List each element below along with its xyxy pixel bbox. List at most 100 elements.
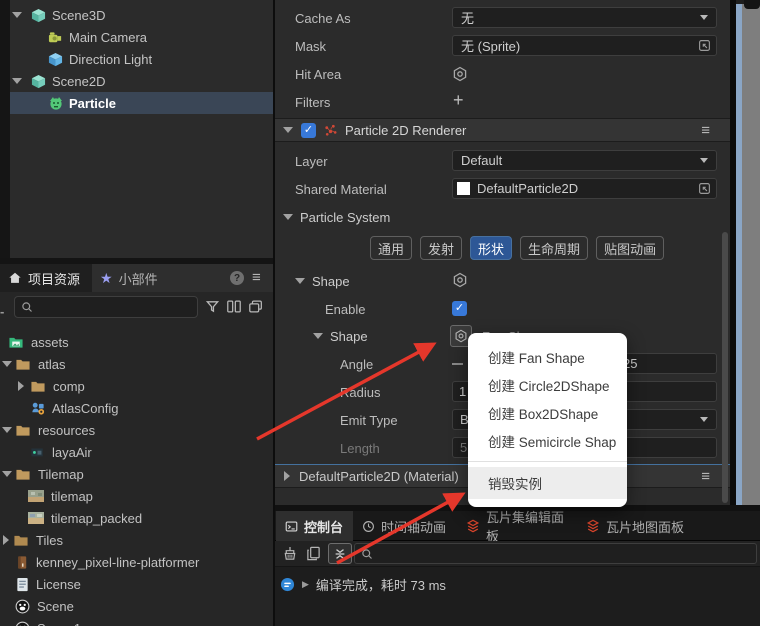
- shared-material-field[interactable]: DefaultParticle2D: [452, 178, 717, 199]
- tab-console[interactable]: 控制台: [276, 511, 353, 541]
- expander-right-icon[interactable]: [3, 535, 9, 545]
- particle-system-title: Particle System: [300, 209, 391, 225]
- material-menu-icon[interactable]: ≡: [701, 469, 710, 484]
- copy-icon[interactable]: [306, 546, 321, 561]
- tab-timeline-animation[interactable]: 时间轴动画: [356, 511, 456, 541]
- tree-item-atlas[interactable]: atlas: [0, 353, 273, 375]
- layer-dropdown[interactable]: Default: [452, 150, 717, 171]
- particle-system-section[interactable]: Particle System: [283, 206, 390, 228]
- search-icon: [361, 548, 373, 560]
- panel-menu-icon[interactable]: ≡: [252, 270, 261, 285]
- material-swatch: [457, 182, 470, 195]
- tree-collapse-icon[interactable]: -: [0, 304, 6, 319]
- folder-icon: [15, 467, 31, 482]
- tab-general[interactable]: 通用: [370, 236, 413, 260]
- split-view-icon[interactable]: [226, 299, 242, 314]
- scene-file-icon: [15, 599, 30, 614]
- shape-enable-checkbox[interactable]: ✓: [452, 301, 467, 316]
- tree-item-scene1[interactable]: Scene1: [0, 617, 273, 626]
- tree-item-label: kenney_pixel-line-platformer: [36, 554, 200, 570]
- mask-reference-field[interactable]: 无 (Sprite): [452, 35, 717, 56]
- tree-item-tiles[interactable]: Tiles: [0, 529, 273, 551]
- expander-down-icon[interactable]: [2, 471, 12, 477]
- tree-item-kenney-package[interactable]: kenney_pixel-line-platformer: [0, 551, 273, 573]
- console-search-input[interactable]: [354, 543, 757, 564]
- shape-section-header[interactable]: Shape: [295, 270, 350, 292]
- expander-right-icon[interactable]: [284, 471, 290, 481]
- help-icon[interactable]: ?: [230, 271, 244, 285]
- hit-area-label: Hit Area: [295, 66, 342, 82]
- folder-icon: [13, 533, 29, 548]
- expander-down-icon[interactable]: [2, 427, 12, 433]
- tree-item-atlasconfig[interactable]: AtlasConfig: [0, 397, 273, 419]
- tab-emission[interactable]: 发射: [420, 236, 463, 260]
- tree-item-tilemap[interactable]: tilemap: [0, 485, 273, 507]
- tree-item-layaair[interactable]: layaAir: [0, 441, 273, 463]
- expander-down-icon: [295, 278, 305, 284]
- inspector-scrollbar-thumb[interactable]: [722, 232, 728, 503]
- hierarchy-item-particle-selected[interactable]: Particle: [10, 92, 273, 114]
- project-search-input[interactable]: [14, 296, 198, 318]
- shape-object-icon[interactable]: [452, 272, 468, 288]
- tab-texture-animation[interactable]: 贴图动画: [596, 236, 665, 260]
- material-title: DefaultParticle2D (Material): [299, 468, 459, 484]
- particle-renderer-header[interactable]: ✓ Particle 2D Renderer ≡: [275, 118, 730, 142]
- hierarchy-item-scene2d[interactable]: Scene2D: [0, 70, 273, 92]
- tree-item-comp[interactable]: comp: [0, 375, 273, 397]
- menu-item-create-circle2dshape[interactable]: 创建 Circle2DShape: [488, 373, 610, 397]
- tree-item-license[interactable]: License: [0, 573, 273, 595]
- console-content: ▶ 编译完成，耗时 73 ms: [275, 567, 760, 626]
- tree-item-scene[interactable]: Scene: [0, 595, 273, 617]
- chevron-down-icon: [700, 158, 708, 163]
- cache-as-dropdown[interactable]: 无: [452, 7, 717, 28]
- clear-console-icon[interactable]: [282, 546, 298, 561]
- clock-icon: [362, 520, 375, 533]
- folder-icon: [15, 357, 31, 372]
- tree-item-tilemap-folder[interactable]: Tilemap: [0, 463, 273, 485]
- tree-item-label: assets: [31, 334, 69, 350]
- tree-item-assets[interactable]: assets: [0, 331, 273, 353]
- collapse-messages-button[interactable]: [328, 543, 352, 564]
- angle-slider-track[interactable]: [452, 363, 463, 365]
- menu-item-create-box2dshape[interactable]: 创建 Box2DShape: [488, 401, 598, 425]
- expander-down-icon[interactable]: [283, 127, 293, 133]
- add-filter-icon[interactable]: +: [453, 91, 464, 109]
- hierarchy-item-label: Particle: [69, 95, 116, 111]
- select-reference-icon[interactable]: [698, 39, 711, 52]
- filter-icon[interactable]: [205, 299, 220, 314]
- layer-label: Layer: [295, 153, 328, 169]
- tab-lifetime[interactable]: 生命周期: [520, 236, 589, 260]
- tab-widgets[interactable]: ★ 小部件: [92, 264, 158, 292]
- hierarchy-item-main-camera[interactable]: Main Camera: [0, 26, 273, 48]
- expander-right-icon[interactable]: [18, 381, 24, 391]
- menu-item-create-semicircle-shape[interactable]: 创建 Semicircle Shap: [488, 429, 616, 453]
- tree-item-resources[interactable]: resources: [0, 419, 273, 441]
- menu-item-destroy-instance[interactable]: 销毁实例: [468, 467, 627, 499]
- console-log-entry[interactable]: ▶ 编译完成，耗时 73 ms: [280, 573, 446, 595]
- mask-value: 无 (Sprite): [461, 39, 521, 54]
- hierarchy-item-direction-light[interactable]: Direction Light: [0, 48, 273, 70]
- expander-down-icon[interactable]: [12, 78, 22, 84]
- tab-tileset-editor[interactable]: 瓦片集编辑面板: [458, 510, 576, 544]
- tab-shape[interactable]: 形状: [470, 236, 513, 260]
- renderer-enabled-checkbox[interactable]: ✓: [301, 122, 316, 138]
- tab-tilemap-panel[interactable]: 瓦片地图面板: [578, 511, 690, 541]
- cache-as-value: 无: [461, 11, 475, 26]
- menu-item-create-fan-shape[interactable]: 创建 Fan Shape: [488, 345, 585, 369]
- hierarchy-panel: Scene3D Main Camera Direction Light Scen…: [0, 0, 273, 258]
- hit-area-object-icon[interactable]: [452, 66, 468, 82]
- expander-down-icon[interactable]: [2, 361, 12, 367]
- tree-item-tilemap-packed[interactable]: tilemap_packed: [0, 507, 273, 529]
- component-menu-icon[interactable]: ≡: [701, 123, 710, 138]
- expander-right-icon[interactable]: ▶: [302, 579, 309, 590]
- shape-sub-header[interactable]: Shape: [313, 325, 368, 347]
- hierarchy-item-label: Main Camera: [69, 29, 148, 45]
- expander-down-icon[interactable]: [12, 12, 22, 18]
- hierarchy-item-scene3d[interactable]: Scene3D: [0, 4, 273, 26]
- shape-context-menu: 创建 Fan Shape 创建 Circle2DShape 创建 Box2DSh…: [468, 333, 627, 507]
- tab-project-assets[interactable]: 项目资源: [0, 264, 92, 292]
- layered-windows-icon[interactable]: [248, 299, 264, 314]
- select-reference-icon[interactable]: [698, 182, 711, 195]
- renderer-title: Particle 2D Renderer: [345, 122, 467, 138]
- hierarchy-item-label: Scene2D: [52, 73, 106, 89]
